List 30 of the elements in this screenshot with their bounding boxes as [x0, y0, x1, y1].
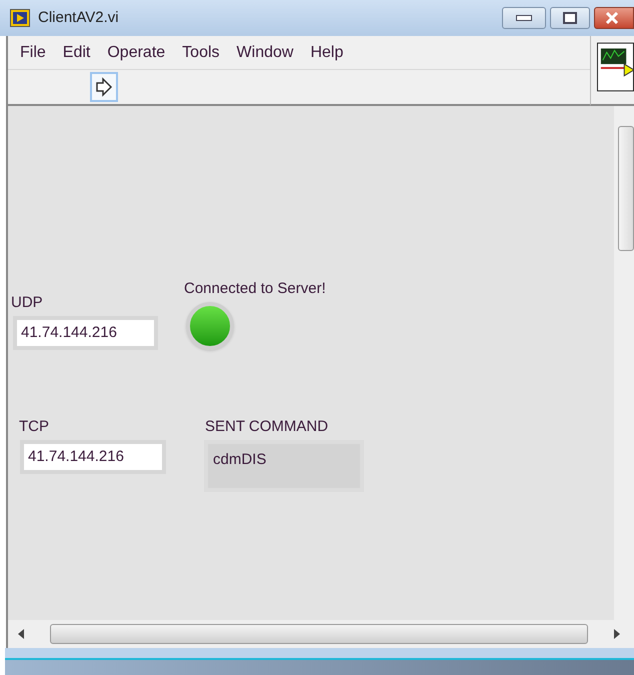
sent-command-field: cdmDIS [204, 440, 364, 492]
app-icon [10, 9, 30, 27]
window-title: ClientAV2.vi [38, 8, 119, 28]
status-led[interactable] [186, 302, 234, 350]
tcp-field[interactable]: 41.74.144.216 [20, 440, 166, 474]
run-button[interactable] [90, 72, 118, 102]
scroll-thumb[interactable] [618, 126, 634, 251]
sent-command-label: SENT COMMAND [205, 417, 328, 437]
tcp-label: TCP [19, 417, 49, 437]
menu-item[interactable]: Tools [182, 40, 220, 64]
udp-label: UDP [11, 293, 43, 313]
led-label: Connected to Server! [184, 279, 326, 299]
menu-item[interactable]: Window [236, 40, 294, 64]
close-button[interactable] [594, 7, 634, 29]
udp-field[interactable]: 41.74.144.216 [13, 316, 158, 350]
close-icon [605, 12, 619, 24]
menu-item[interactable]: Operate [107, 40, 166, 64]
menu-item[interactable]: File [20, 40, 46, 64]
menu-item[interactable]: Edit [62, 40, 90, 64]
menu-item[interactable]: Help [310, 40, 344, 64]
scroll-left-icon[interactable] [18, 629, 24, 639]
arrow-icon [95, 77, 113, 97]
minimize-button[interactable] [502, 7, 546, 29]
scroll-thumb[interactable] [50, 624, 588, 644]
horizontal-scrollbar[interactable] [6, 620, 634, 648]
scroll-right-icon[interactable] [614, 629, 620, 639]
vertical-scrollbar[interactable] [614, 106, 634, 620]
minimize-icon [516, 15, 532, 21]
maximize-button[interactable] [550, 7, 590, 29]
restore-icon [563, 12, 577, 24]
